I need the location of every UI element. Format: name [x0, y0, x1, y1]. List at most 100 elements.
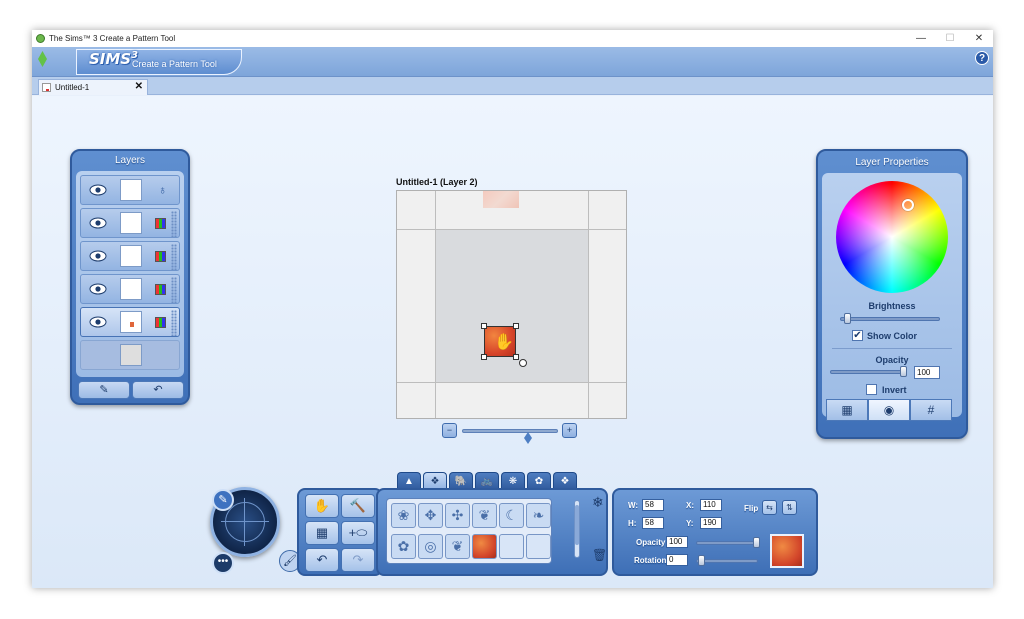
- rotate-handle[interactable]: [519, 359, 527, 367]
- pattern-cell-selected[interactable]: [472, 534, 497, 559]
- minimize-button[interactable]: —: [914, 32, 928, 45]
- pattern-preview-swatch[interactable]: [770, 534, 804, 568]
- add-shape-button[interactable]: +⬭: [341, 521, 375, 545]
- help-button[interactable]: ?: [975, 51, 989, 65]
- brightness-slider-thumb[interactable]: [844, 313, 851, 324]
- zoom-in-button[interactable]: +: [562, 423, 577, 438]
- eye-icon[interactable]: [89, 250, 107, 262]
- rotation-slider[interactable]: [696, 555, 758, 566]
- layer-row[interactable]: [80, 241, 180, 271]
- width-label: W:: [628, 501, 639, 510]
- pattern-object[interactable]: ✋: [484, 326, 516, 357]
- tab-hex[interactable]: #: [910, 399, 952, 421]
- pattern-cell[interactable]: ◎: [418, 534, 443, 559]
- hand-cursor-icon: ✋: [494, 334, 514, 351]
- eye-icon[interactable]: [89, 184, 107, 196]
- layers-list: ♁: [76, 171, 184, 377]
- layer-row[interactable]: [80, 208, 180, 238]
- opacity-input[interactable]: 100: [666, 536, 688, 548]
- pattern-canvas[interactable]: ✋: [396, 190, 627, 419]
- tab-close-icon[interactable]: ✕: [135, 81, 143, 92]
- color-wheel[interactable]: [836, 181, 948, 293]
- resize-handle[interactable]: [481, 323, 487, 329]
- resize-handle[interactable]: [513, 354, 519, 360]
- trash-icon[interactable]: 🗑: [592, 548, 607, 562]
- x-input[interactable]: 110: [700, 499, 722, 511]
- brightness-slider[interactable]: [840, 313, 940, 324]
- layer-row[interactable]: ♁: [80, 175, 180, 205]
- tab-untitled-1[interactable]: Untitled-1 ✕: [38, 79, 148, 95]
- tile-guide: [588, 191, 589, 418]
- drag-handle[interactable]: [171, 244, 177, 270]
- pattern-cell[interactable]: ✣: [445, 503, 470, 528]
- undo-button[interactable]: ↶: [305, 548, 339, 572]
- pattern-cell[interactable]: ✿: [391, 534, 416, 559]
- opacity-slider[interactable]: [830, 366, 907, 377]
- layer-properties-panel: Layer Properties Brightness ✔ Show Color…: [816, 149, 968, 439]
- height-label: H:: [628, 519, 637, 528]
- resize-handle[interactable]: [481, 354, 487, 360]
- height-input[interactable]: 58: [642, 517, 664, 529]
- pattern-cell[interactable]: ❧: [526, 503, 551, 528]
- drag-handle[interactable]: [171, 211, 177, 237]
- palette-icon[interactable]: [155, 284, 166, 295]
- pattern-scrollbar[interactable]: [574, 500, 580, 558]
- erase-layer-button[interactable]: ✎: [78, 381, 130, 399]
- zoom-slider-thumb[interactable]: [524, 432, 532, 444]
- maximize-button[interactable]: ☐: [943, 32, 957, 45]
- palette-icon[interactable]: [155, 218, 166, 229]
- undo-layer-button[interactable]: ↶: [132, 381, 184, 399]
- close-button[interactable]: ✕: [972, 32, 986, 45]
- pattern-cell-empty[interactable]: [499, 534, 524, 559]
- pattern-cell[interactable]: ☾: [499, 503, 524, 528]
- zoom-out-button[interactable]: −: [442, 423, 457, 438]
- y-input[interactable]: 190: [700, 517, 722, 529]
- hammer-tool-button[interactable]: 🔨: [341, 494, 375, 518]
- eye-icon[interactable]: [89, 283, 107, 295]
- palette-icon[interactable]: [155, 251, 166, 262]
- tile-guide: [397, 382, 626, 383]
- layer-row-empty[interactable]: [80, 340, 180, 370]
- layer-row[interactable]: [80, 274, 180, 304]
- opacity-slider-thumb[interactable]: [753, 537, 760, 548]
- show-color-checkbox[interactable]: ✔: [852, 330, 863, 341]
- resize-handle[interactable]: [513, 323, 519, 329]
- pencil-icon[interactable]: ✎: [212, 489, 234, 511]
- pattern-cell[interactable]: ❦: [445, 534, 470, 559]
- flip-vertical-button[interactable]: ⇅: [782, 500, 797, 515]
- more-options-button[interactable]: •••: [212, 552, 234, 574]
- pattern-cell[interactable]: ❀: [391, 503, 416, 528]
- pattern-cell[interactable]: ✥: [418, 503, 443, 528]
- snowflake-icon[interactable]: ❄: [592, 494, 604, 511]
- palette-icon[interactable]: [155, 317, 166, 328]
- eye-icon[interactable]: [89, 217, 107, 229]
- divider: [832, 348, 952, 349]
- lightbulb-icon[interactable]: ♁: [158, 183, 167, 197]
- pattern-cell[interactable]: ❦: [472, 503, 497, 528]
- grid-tool-button[interactable]: ▦: [305, 521, 339, 545]
- rotation-slider-thumb[interactable]: [698, 555, 705, 566]
- opacity-slider[interactable]: [696, 537, 760, 548]
- drag-handle[interactable]: [171, 277, 177, 303]
- width-input[interactable]: 58: [642, 499, 664, 511]
- opacity-slider-thumb[interactable]: [900, 366, 907, 377]
- opacity-input[interactable]: 100: [914, 366, 940, 379]
- rotation-input[interactable]: 0: [666, 554, 688, 566]
- color-picker-handle[interactable]: [902, 199, 914, 211]
- redo-button[interactable]: ↷: [341, 548, 375, 572]
- pattern-cell-empty[interactable]: [526, 534, 551, 559]
- pattern-library-panel: ❀ ✥ ✣ ❦ ☾ ❧ ✿ ◎ ❦ ❄ 🗑: [376, 488, 608, 576]
- invert-checkbox[interactable]: [866, 384, 877, 395]
- eye-icon[interactable]: [89, 316, 107, 328]
- opacity-label: Opacity: [636, 538, 666, 547]
- tab-color-wheel[interactable]: ◉: [868, 399, 910, 421]
- hand-tool-button[interactable]: ✋: [305, 494, 339, 518]
- scrollbar-thumb[interactable]: [575, 505, 579, 545]
- tab-swatches[interactable]: ▦: [826, 399, 868, 421]
- logo-subtitle: Create a Pattern Tool: [132, 59, 217, 69]
- drag-handle[interactable]: [171, 310, 177, 336]
- layer-thumbnail: [120, 245, 142, 267]
- layer-row-selected[interactable]: [80, 307, 180, 337]
- flip-horizontal-button[interactable]: ⇆: [762, 500, 777, 515]
- zoom-slider[interactable]: [462, 429, 558, 444]
